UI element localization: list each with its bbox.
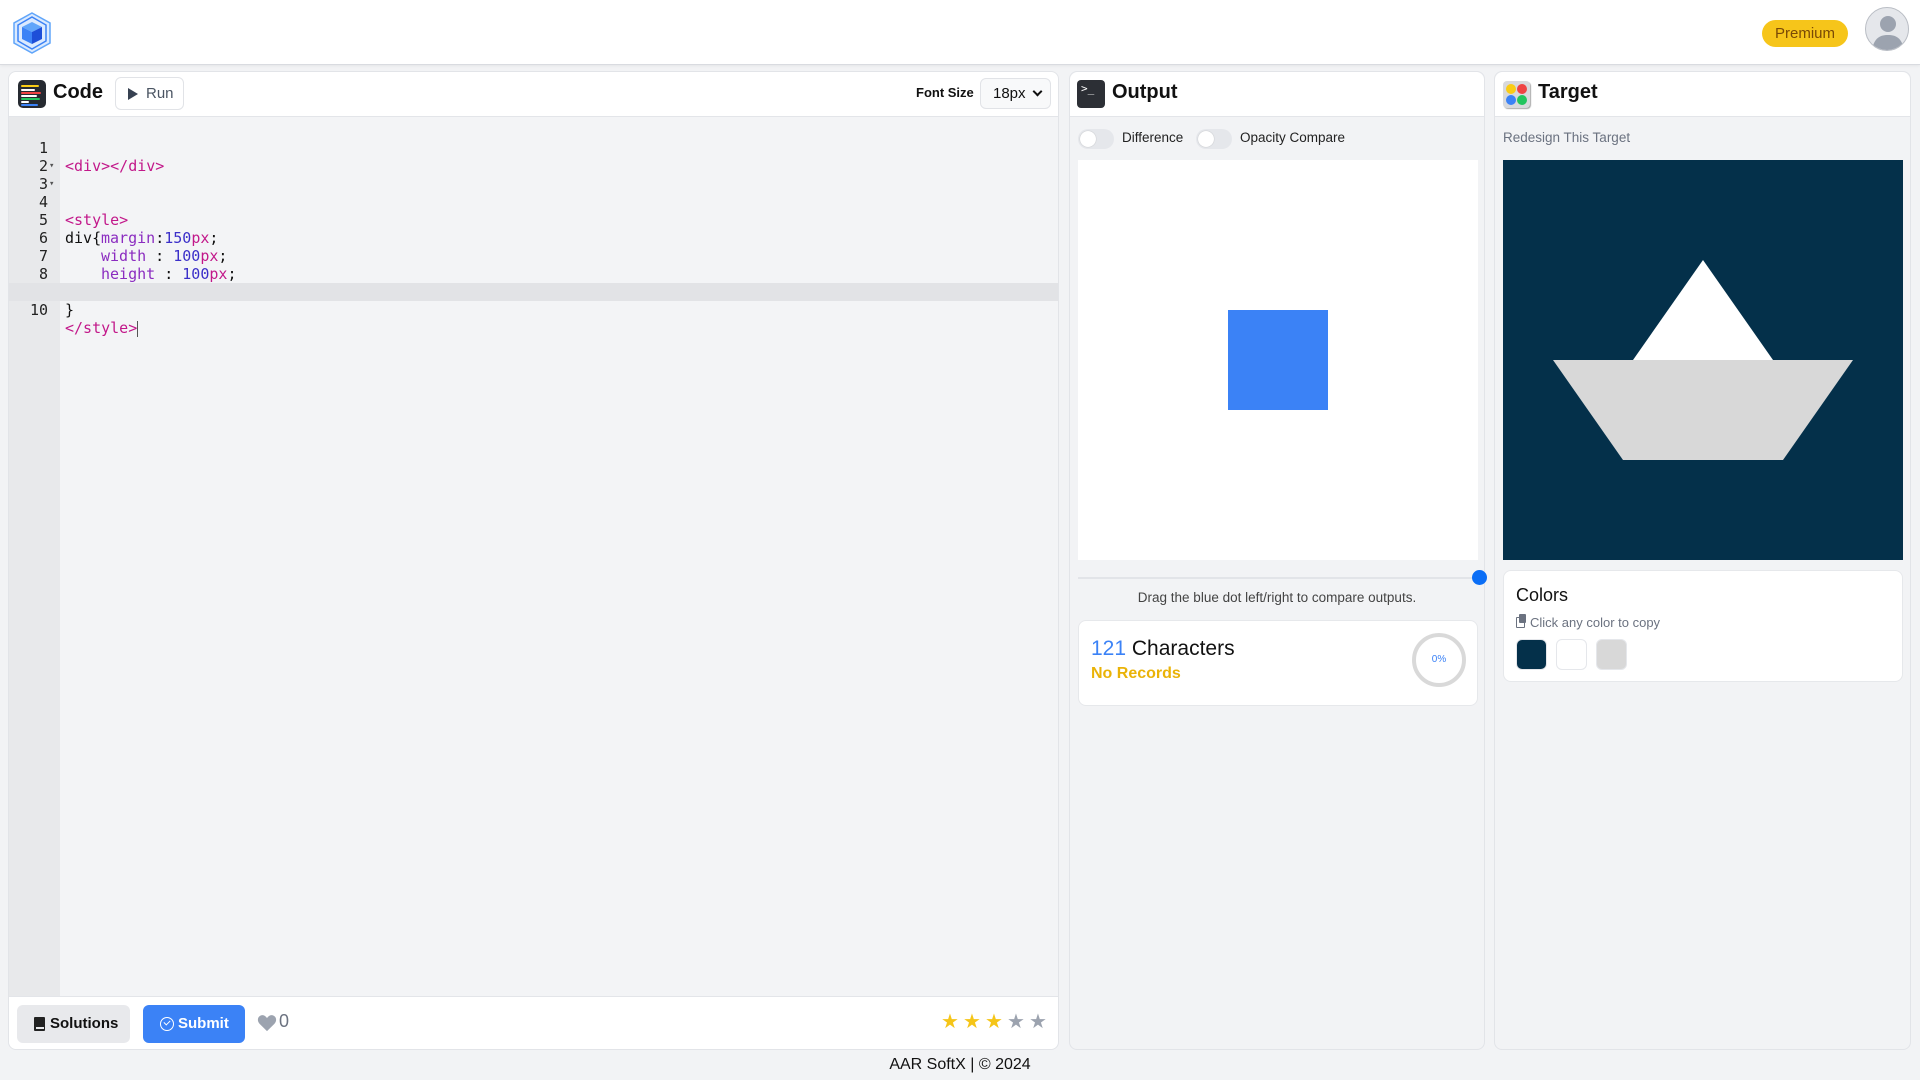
copy-hint: Click any color to copy <box>1516 614 1661 630</box>
fold-arrow-icon[interactable]: ▾ <box>49 157 54 175</box>
top-navbar: Premium <box>0 0 1920 65</box>
rendered-blue-square <box>1228 310 1328 410</box>
code-editor[interactable]: 1 <div></div> 2 3 ▾ <style> 4 ▾ div{ 5 m… <box>9 117 1058 997</box>
difference-label: Difference <box>1122 130 1184 145</box>
character-count-number: 121 <box>1091 637 1127 660</box>
star-rating[interactable]: ★ ★ ★ ★ ★ <box>941 1012 1051 1033</box>
line-number: 10 <box>29 301 48 319</box>
compare-slider[interactable] <box>1078 570 1487 585</box>
compare-toggles: Difference Opacity Compare <box>1070 117 1484 157</box>
like-count: 0 <box>279 1011 290 1031</box>
opacity-compare-toggle[interactable] <box>1196 129 1232 149</box>
colors-title: Colors <box>1516 585 1569 605</box>
premium-badge[interactable]: Premium <box>1762 20 1849 47</box>
code-line[interactable]: 9 } <box>9 265 1058 319</box>
code-line[interactable]: 4 ▾ div{ <box>9 175 1058 247</box>
opacity-compare-label: Opacity Compare <box>1240 130 1346 145</box>
submit-label: Submit <box>178 1015 229 1032</box>
code-text: </style> <box>65 319 139 337</box>
output-preview[interactable] <box>1078 160 1478 560</box>
code-line[interactable]: 6 width : 100px; <box>9 211 1058 265</box>
palette-icon <box>1503 81 1530 108</box>
user-avatar[interactable] <box>1865 7 1909 51</box>
output-panel-title: Output <box>1112 81 1178 103</box>
code-editor-icon <box>18 80 46 108</box>
solutions-label: Solutions <box>50 1015 119 1032</box>
font-size-label: Font Size <box>916 85 974 100</box>
slider-hint: Drag the blue dot left/right to compare … <box>1137 590 1417 605</box>
code-line[interactable]: 8 background-color : rgb(59 130 246); <box>9 247 1058 301</box>
fold-arrow-icon[interactable]: ▾ <box>49 175 54 193</box>
stats-card: 121 Characters No Records 0% <box>1078 620 1478 706</box>
user-silhouette-icon <box>1872 16 1904 50</box>
submit-button[interactable]: Submit <box>143 1005 245 1043</box>
play-icon <box>128 88 138 100</box>
target-image <box>1503 160 1903 560</box>
colors-card: Colors Click any color to copy <box>1503 570 1903 682</box>
target-panel: Target Redesign This Target Colors Click… <box>1494 71 1911 1050</box>
check-circle-icon <box>160 1017 174 1031</box>
code-line[interactable]: 2 <box>9 139 1058 175</box>
run-label: Run <box>146 85 174 102</box>
code-panel-title: Code <box>53 81 103 103</box>
run-button[interactable]: Run <box>115 77 184 110</box>
solutions-button[interactable]: Solutions <box>17 1005 130 1043</box>
copy-hint-text: Click any color to copy <box>1530 615 1661 630</box>
page-footer: AAR SoftX | © 2024 <box>889 1056 1031 1073</box>
font-size-select[interactable]: 18px <box>980 78 1051 109</box>
book-icon <box>34 1017 45 1031</box>
code-line-active[interactable]: 10 </style> <box>9 283 1058 337</box>
star-filled-icon[interactable]: ★ <box>941 1012 959 1032</box>
code-panel-footer: Solutions Submit 0 ★ ★ ★ ★ ★ <box>9 996 1058 1049</box>
slider-handle[interactable] <box>1472 570 1487 585</box>
target-subtitle: Redesign This Target <box>1503 130 1631 145</box>
color-swatch[interactable] <box>1556 639 1587 670</box>
copy-icon <box>1516 614 1526 628</box>
difference-toggle[interactable] <box>1078 129 1114 149</box>
font-size-value: 18px <box>993 85 1026 102</box>
output-panel: >_ Output Difference Opacity Compare Dra… <box>1069 71 1487 1050</box>
code-text: } <box>65 301 75 319</box>
target-panel-header: Target <box>1495 72 1910 117</box>
star-filled-icon[interactable]: ★ <box>963 1012 981 1032</box>
character-count: 121 Characters <box>1091 637 1235 661</box>
star-empty-icon[interactable]: ★ <box>1029 1012 1047 1032</box>
code-line[interactable]: 5 margin:150px; <box>9 193 1058 247</box>
color-swatch[interactable] <box>1596 639 1627 670</box>
heart-icon[interactable] <box>257 1014 277 1032</box>
target-panel-title: Target <box>1538 81 1598 103</box>
color-swatch[interactable] <box>1516 639 1547 670</box>
code-panel-header: Code Run Font Size 18px <box>9 72 1058 117</box>
terminal-icon: >_ <box>1077 80 1105 108</box>
match-percent-ring: 0% <box>1412 633 1466 687</box>
text-cursor <box>137 320 139 337</box>
chevron-down-icon <box>1032 86 1043 97</box>
code-line[interactable]: 1 <div></div> <box>9 121 1058 175</box>
cube-logo-icon[interactable] <box>12 12 52 54</box>
star-empty-icon[interactable]: ★ <box>1007 1012 1025 1032</box>
color-swatches <box>1516 639 1636 675</box>
code-line[interactable]: 3 ▾ <style> <box>9 157 1058 229</box>
star-filled-icon[interactable]: ★ <box>985 1012 1003 1032</box>
character-count-label: Characters <box>1126 637 1235 660</box>
code-line[interactable]: 7 height : 100px; <box>9 229 1058 283</box>
records-status: No Records <box>1091 665 1181 682</box>
output-panel-header: >_ Output <box>1070 72 1484 117</box>
code-panel: Code Run Font Size 18px 1 <div></div> 2 … <box>8 71 1059 1050</box>
